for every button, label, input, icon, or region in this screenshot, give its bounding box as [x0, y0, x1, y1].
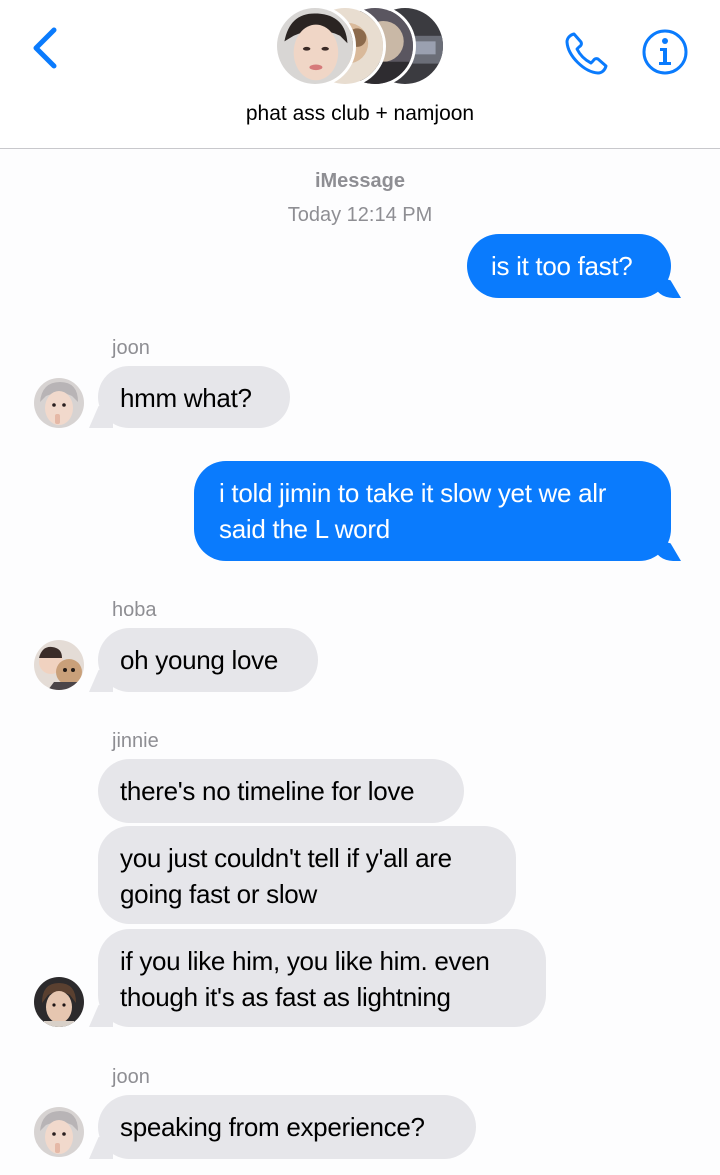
- thread-timestamp: Today 12:14 PM: [287, 204, 433, 226]
- message-text: i told jimin to take it slow yet we alr …: [219, 478, 607, 544]
- contact-avatar-jinnie[interactable]: [34, 977, 84, 1027]
- sender-name: jinnie: [112, 730, 159, 752]
- group-name[interactable]: phat ass club + namjoon: [0, 102, 720, 126]
- sender-name: joon: [112, 337, 150, 359]
- message-bubble-outgoing[interactable]: is it too fast?: [467, 234, 671, 298]
- message-text: if you like him, you like him. even thou…: [120, 946, 490, 1012]
- message-bubble-incoming[interactable]: oh young love: [98, 628, 318, 692]
- message-bubble-outgoing[interactable]: i told jimin to take it slow yet we alr …: [194, 461, 671, 561]
- message-bubble-incoming[interactable]: if you like him, you like him. even thou…: [98, 929, 546, 1027]
- sender-name: hoba: [112, 599, 157, 621]
- group-avatar-1: [274, 5, 356, 87]
- service-label: iMessage: [314, 170, 406, 192]
- phone-icon[interactable]: [562, 28, 612, 78]
- conversation-header: phat ass club + namjoon: [0, 0, 720, 149]
- contact-avatar-joon[interactable]: [34, 378, 84, 428]
- contact-avatar-joon[interactable]: [34, 1107, 84, 1157]
- message-bubble-incoming[interactable]: hmm what?: [98, 366, 290, 428]
- message-bubble-incoming[interactable]: there's no timeline for love: [98, 759, 464, 823]
- back-chevron-icon[interactable]: [26, 24, 66, 72]
- message-bubble-incoming[interactable]: speaking from experience?: [98, 1095, 476, 1159]
- message-text: speaking from experience?: [120, 1112, 425, 1142]
- group-avatar-stack[interactable]: [274, 5, 446, 87]
- message-text: there's no timeline for love: [120, 776, 415, 806]
- contact-avatar-hoba[interactable]: [34, 640, 84, 690]
- message-text: is it too fast?: [491, 251, 633, 281]
- sender-name: joon: [112, 1066, 150, 1088]
- message-text: oh young love: [120, 645, 279, 675]
- info-icon[interactable]: [640, 27, 690, 77]
- message-text: you just couldn't tell if y'all are goin…: [120, 843, 452, 909]
- message-text: hmm what?: [120, 383, 252, 413]
- message-bubble-incoming[interactable]: you just couldn't tell if y'all are goin…: [98, 826, 516, 924]
